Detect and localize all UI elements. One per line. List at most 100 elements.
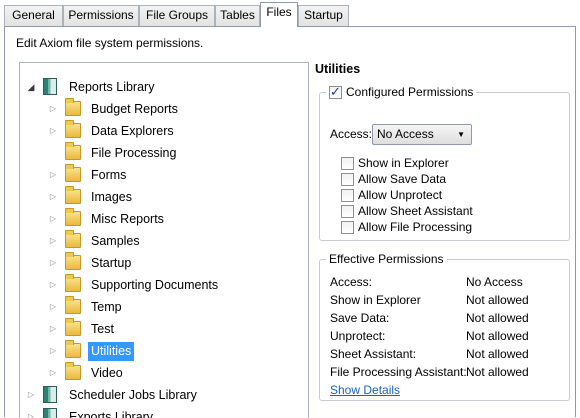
tree-node[interactable]: ▷ Forms [20, 164, 300, 187]
effective-value: Not allowed [466, 293, 529, 307]
configured-permissions-label: Configured Permissions [346, 85, 474, 99]
collapse-arrow-icon[interactable]: ◢ [26, 81, 36, 93]
allow-sheet-assistant-checkbox[interactable] [341, 204, 354, 218]
option-show-in-explorer[interactable]: Show in Explorer [341, 155, 449, 171]
configured-permissions-checkbox[interactable] [329, 84, 342, 100]
effective-value: Not allowed [466, 311, 529, 325]
effective-key: Show in Explorer [330, 293, 421, 307]
access-dropdown[interactable]: No Access ▼ [372, 124, 472, 145]
expand-arrow-icon[interactable]: ▷ [48, 169, 58, 181]
tree-node-label: Misc Reports [91, 212, 164, 226]
access-label: Access: [330, 127, 373, 141]
folder-icon [65, 252, 81, 270]
option-allow-unprotect[interactable]: Allow Unprotect [341, 187, 442, 203]
effective-key: Save Data: [330, 311, 390, 325]
expand-arrow-icon[interactable]: ▷ [48, 125, 58, 137]
effective-row: Show in Explorer Not allowed [330, 293, 565, 311]
expand-arrow-icon[interactable]: ▷ [48, 213, 58, 225]
tree-node[interactable]: ▷ Utilities [20, 340, 300, 363]
option-allow-sheet-assistant[interactable]: Allow Sheet Assistant [341, 203, 473, 219]
effective-row: Sheet Assistant: Not allowed [330, 347, 565, 365]
option-label: Allow Sheet Assistant [358, 204, 473, 218]
tree-node-label: Temp [91, 300, 122, 314]
option-allow-save-data[interactable]: Allow Save Data [341, 171, 446, 187]
show-details-link[interactable]: Show Details [330, 383, 400, 397]
folder-icon [65, 362, 81, 380]
effective-value: Not allowed [466, 365, 529, 379]
folder-icon [65, 164, 81, 182]
allow-save-data-checkbox[interactable] [341, 172, 354, 186]
tree-node-label: Reports Library [69, 80, 155, 94]
file-tree[interactable]: ◢ Reports Library ▷ Budget Reports ▷ Data Exp… [19, 62, 309, 418]
expand-arrow-icon[interactable] [48, 147, 58, 159]
files-panel: Edit Axiom file system permissions. ◢ Rep… [4, 26, 576, 418]
expand-arrow-icon[interactable]: ▷ [48, 279, 58, 291]
tree-node-label: Scheduler Jobs Library [69, 388, 197, 402]
effective-key: File Processing Assistant: [330, 365, 467, 379]
tree-node[interactable]: ▷ Exports Library [20, 407, 300, 418]
chevron-down-icon: ▼ [457, 130, 465, 139]
effective-row: Save Data: Not allowed [330, 311, 565, 329]
tree-node[interactable]: ▷ Supporting Documents [20, 274, 300, 297]
option-label: Allow Save Data [358, 172, 447, 186]
expand-arrow-icon[interactable]: ▷ [48, 301, 58, 313]
tree-node[interactable]: ▷ Budget Reports [20, 98, 300, 121]
expand-arrow-icon[interactable]: ▷ [26, 389, 36, 401]
folder-icon [65, 142, 81, 160]
option-label: Allow File Processing [358, 220, 473, 234]
tree-node[interactable]: ▷ Startup [20, 252, 300, 275]
tab-files[interactable]: Files [260, 2, 298, 27]
effective-row: Access: No Access [330, 275, 565, 293]
tree-node[interactable]: File Processing [20, 142, 300, 165]
expand-arrow-icon[interactable]: ▷ [48, 323, 58, 335]
tab-general[interactable]: General [4, 5, 63, 26]
tree-node-label: Budget Reports [91, 102, 178, 116]
expand-arrow-icon[interactable]: ▷ [48, 235, 58, 247]
tree-node[interactable]: ▷ Test [20, 318, 300, 341]
tree-node[interactable]: ▷ Data Explorers [20, 120, 300, 143]
expand-arrow-icon[interactable]: ▷ [48, 257, 58, 269]
folder-icon [65, 230, 81, 248]
tab-tables[interactable]: Tables [215, 5, 260, 26]
tree-node[interactable]: ▷ Samples [20, 230, 300, 253]
tree-node[interactable]: ▷ Video [20, 362, 300, 385]
allow-file-processing-checkbox[interactable] [341, 220, 354, 234]
show-in-explorer-checkbox[interactable] [341, 156, 354, 170]
effective-value: Not allowed [466, 347, 529, 361]
tree-node[interactable]: ▷ Images [20, 186, 300, 209]
tree-node-label: Utilities [88, 342, 135, 361]
tab-strip: General Permissions File Groups Tables F… [0, 0, 580, 27]
effective-key: Access: [330, 275, 373, 289]
configured-permissions-toggle[interactable]: Configured Permissions [326, 84, 477, 100]
tab-startup[interactable]: Startup [298, 5, 349, 26]
tree-node[interactable]: ◢ Reports Library [20, 77, 300, 99]
tab-permissions[interactable]: Permissions [63, 5, 139, 26]
effective-permissions-group: Effective Permissions Access: No Access … [319, 251, 570, 401]
tree-node-label: File Processing [91, 146, 177, 160]
tab-file-groups[interactable]: File Groups [139, 5, 215, 26]
tree-node-label: Data Explorers [91, 124, 174, 138]
effective-value: No Access [466, 275, 523, 289]
tree-node-label: Test [91, 322, 114, 336]
effective-key: Unprotect: [330, 329, 386, 343]
option-allow-file-processing[interactable]: Allow File Processing [341, 219, 472, 235]
permissions-pane: Utilities Configured Permissions Access:… [315, 62, 573, 418]
expand-arrow-icon[interactable]: ▷ [48, 367, 58, 379]
tree-node[interactable]: ▷ Scheduler Jobs Library [20, 385, 300, 407]
option-label: Allow Unprotect [358, 188, 443, 202]
folder-icon [65, 296, 81, 314]
expand-arrow-icon[interactable]: ▷ [48, 345, 58, 357]
expand-arrow-icon[interactable]: ▷ [48, 103, 58, 115]
folder-icon [65, 120, 81, 138]
tree-node-label: Forms [91, 168, 127, 182]
configured-permissions-group: Configured Permissions Access: No Access… [319, 84, 570, 241]
expand-arrow-icon[interactable]: ▷ [48, 191, 58, 203]
option-label: Show in Explorer [358, 156, 449, 170]
effective-row: Unprotect: Not allowed [330, 329, 565, 347]
selected-item-title: Utilities [315, 62, 361, 76]
tree-node-label: Video [91, 366, 123, 380]
allow-unprotect-checkbox[interactable] [341, 188, 354, 202]
tree-node[interactable]: ▷ Temp [20, 296, 300, 319]
tree-node[interactable]: ▷ Misc Reports [20, 208, 300, 231]
library-icon [43, 386, 57, 403]
